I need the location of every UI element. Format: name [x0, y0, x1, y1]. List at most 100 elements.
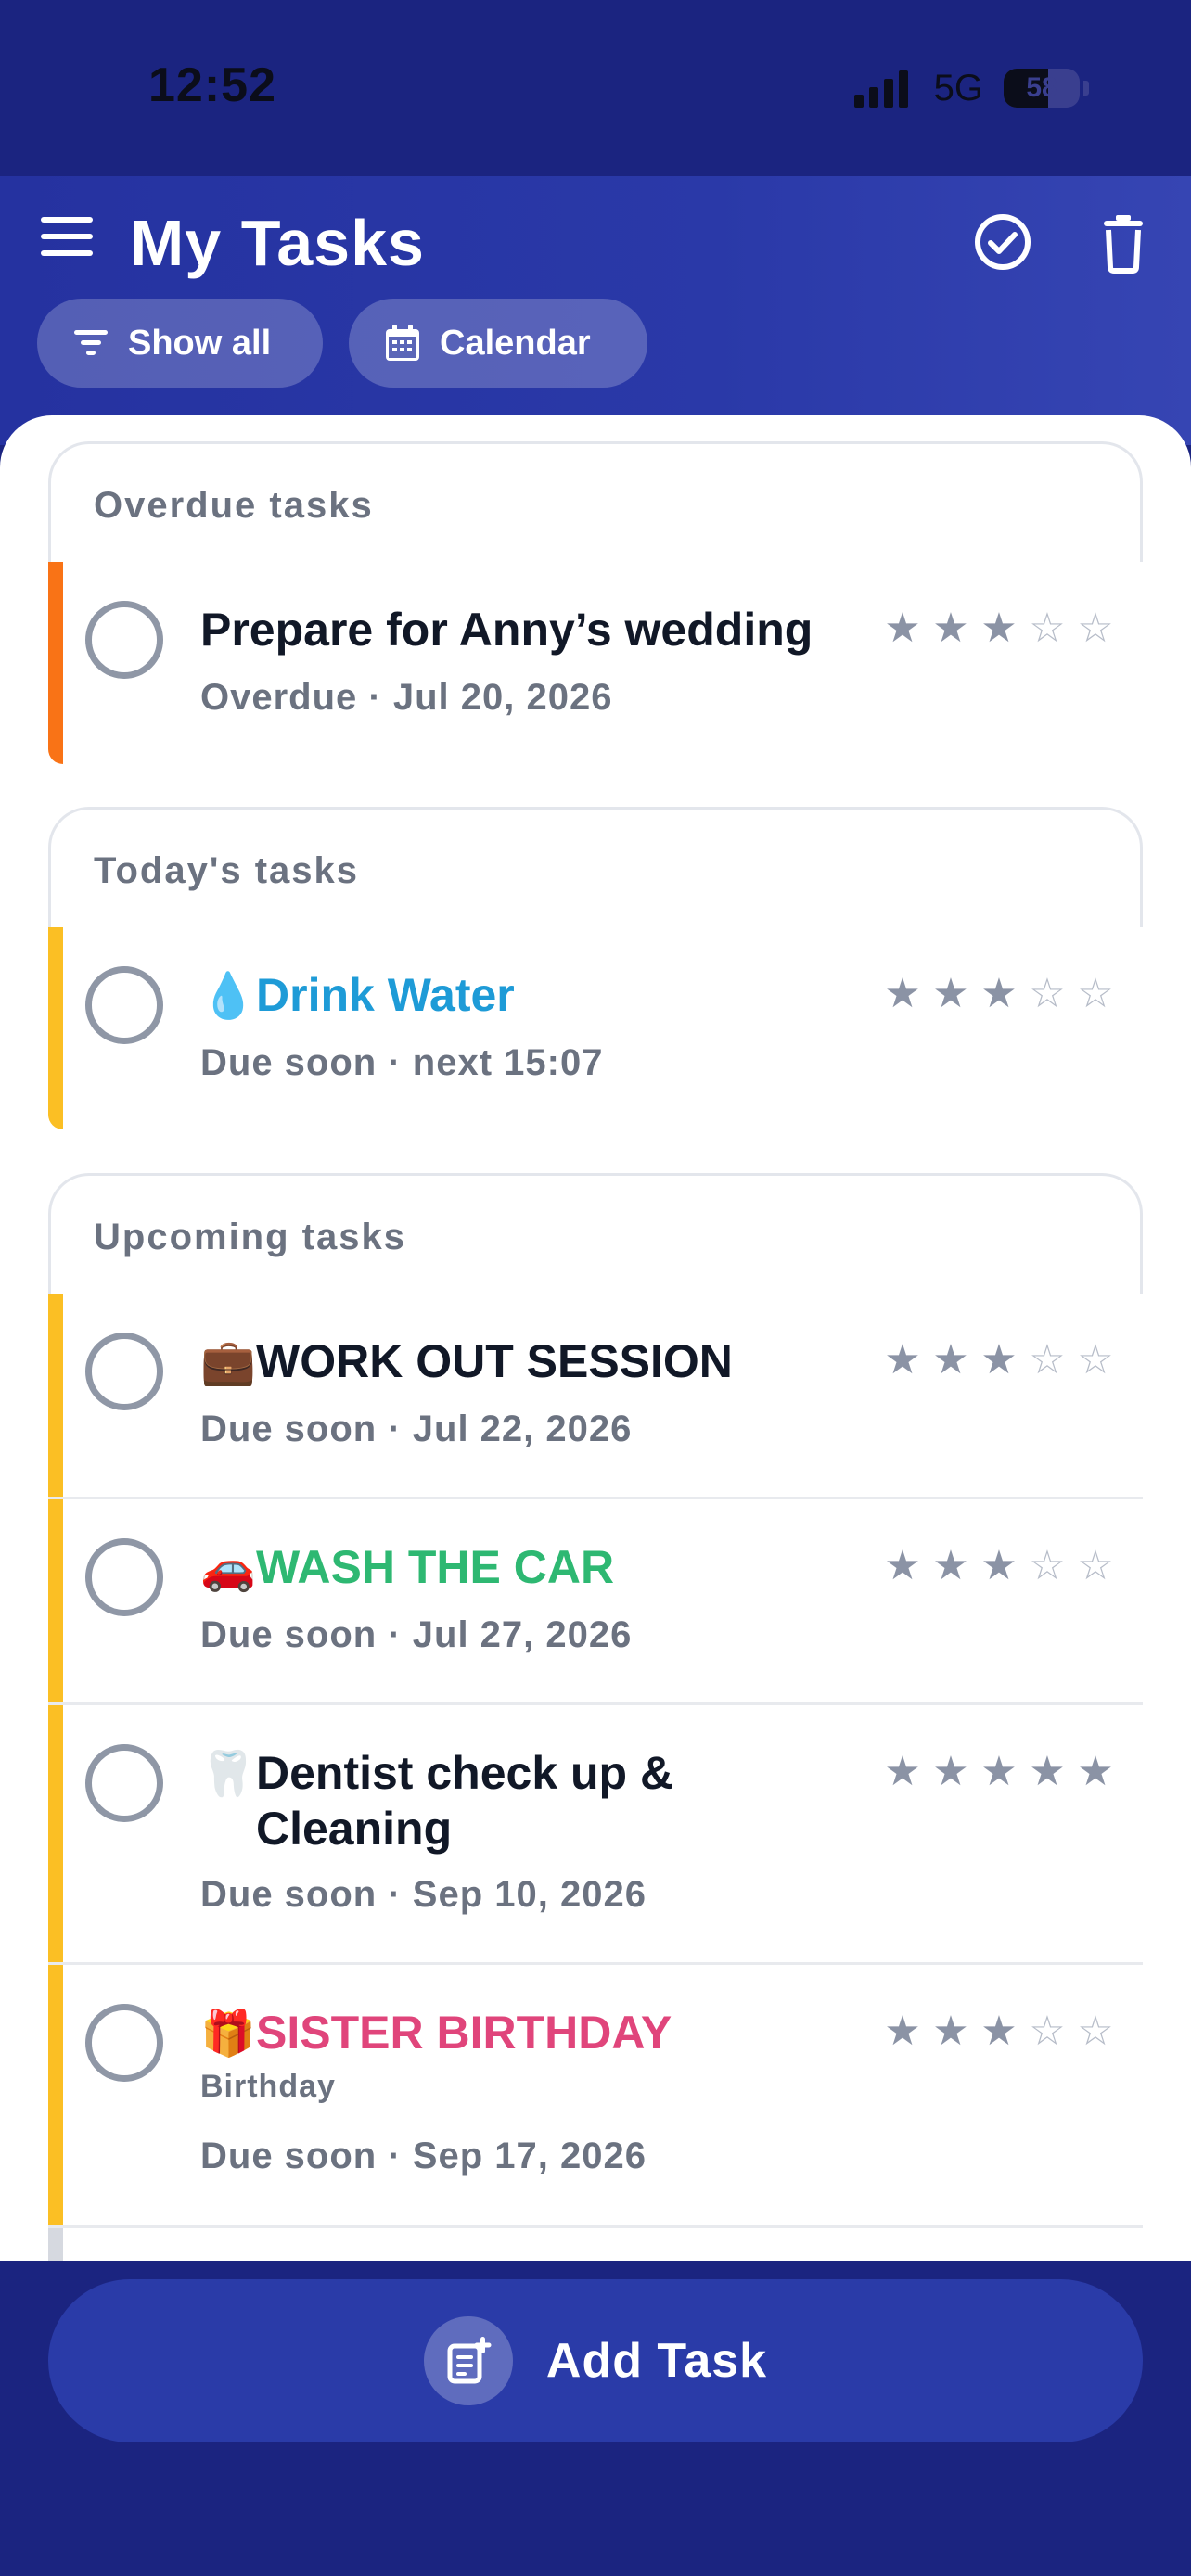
star-filled-icon[interactable]: ★ — [883, 1546, 922, 1587]
star-filled-icon[interactable]: ★ — [980, 1546, 1018, 1587]
star-filled-icon[interactable]: ★ — [883, 1340, 922, 1381]
add-note-icon — [423, 2316, 513, 2405]
task-title: 💧Drink Water — [200, 968, 515, 1024]
task-title-text: Prepare for Anny’s wedding — [200, 604, 813, 656]
complete-checkbox[interactable] — [85, 601, 163, 679]
task-title: 🚗WASH THE CAR — [200, 1540, 614, 1596]
star-filled-icon[interactable]: ★ — [931, 1752, 970, 1792]
rating-stars[interactable]: ★ ★ ★ ☆ ☆ — [883, 608, 1115, 649]
status-bar: 12:52 5G 58 — [0, 0, 1191, 176]
star-empty-icon[interactable]: ☆ — [1028, 2011, 1067, 2052]
show-all-chip[interactable]: Show all — [37, 299, 323, 388]
task-row[interactable]: 💼WORK OUT SESSION Due soon · Jul 22, 202… — [48, 1294, 1143, 1499]
section-heading: Upcoming tasks — [48, 1173, 1143, 1294]
task-due: Due soon · Jul 22, 2026 — [200, 1409, 633, 1449]
show-all-label: Show all — [128, 323, 272, 363]
task-row[interactable]: 💧Drink Water Due soon · next 15:07 ★ ★ ★ ☆ ☆ — [48, 927, 1143, 1129]
tooth-icon: 🦷 — [200, 1750, 256, 1799]
section-today: Today's tasks 💧Drink Water Due soon · ne… — [48, 807, 1143, 1129]
priority-bar — [48, 1705, 63, 1962]
status-time: 12:52 — [148, 58, 276, 112]
add-task-button[interactable]: Add Task — [48, 2279, 1143, 2442]
complete-checkbox[interactable] — [85, 2004, 163, 2082]
rating-stars[interactable]: ★ ★ ★ ★ ★ — [883, 1752, 1115, 1792]
priority-bar — [48, 927, 63, 1129]
priority-bar — [48, 1499, 63, 1702]
task-title: Prepare for Anny’s wedding — [200, 603, 813, 657]
star-empty-icon[interactable]: ☆ — [1076, 1546, 1115, 1587]
star-filled-icon[interactable]: ★ — [1028, 1752, 1067, 1792]
priority-bar — [48, 1965, 63, 2225]
rating-stars[interactable]: ★ ★ ★ ☆ ☆ — [883, 974, 1115, 1014]
gift-icon: 🎁 — [200, 2009, 256, 2059]
star-empty-icon[interactable]: ☆ — [1028, 1546, 1067, 1587]
task-title-text: SISTER BIRTHDAY — [256, 2007, 672, 2059]
task-due: Due soon · Sep 10, 2026 — [200, 1874, 647, 1915]
cellular-signal-icon — [853, 69, 908, 108]
check-circle-icon[interactable] — [970, 210, 1035, 274]
task-row[interactable]: 🚗WASH THE CAR Due soon · Jul 27, 2026 ★ ★… — [48, 1499, 1143, 1705]
priority-bar — [48, 562, 63, 764]
star-filled-icon[interactable]: ★ — [931, 1340, 970, 1381]
filter-icon — [74, 330, 108, 355]
complete-checkbox[interactable] — [85, 1744, 163, 1822]
complete-checkbox[interactable] — [85, 1538, 163, 1616]
star-filled-icon[interactable]: ★ — [883, 1752, 922, 1792]
star-empty-icon[interactable]: ☆ — [1076, 608, 1115, 649]
star-filled-icon[interactable]: ★ — [980, 1340, 1018, 1381]
section-overdue: Overdue tasks Prepare for Anny’s wedding… — [48, 441, 1143, 764]
task-due: Due soon · Sep 17, 2026 — [200, 2136, 647, 2176]
star-empty-icon[interactable]: ☆ — [1028, 974, 1067, 1014]
star-filled-icon[interactable]: ★ — [931, 2011, 970, 2052]
star-filled-icon[interactable]: ★ — [931, 608, 970, 649]
star-filled-icon[interactable]: ★ — [931, 974, 970, 1014]
star-empty-icon[interactable]: ☆ — [1076, 974, 1115, 1014]
battery-icon: 58 — [1004, 69, 1080, 108]
star-filled-icon[interactable]: ★ — [883, 608, 922, 649]
menu-icon[interactable] — [41, 215, 93, 258]
add-task-label: Add Task — [545, 2334, 768, 2388]
star-filled-icon[interactable]: ★ — [883, 2011, 922, 2052]
task-due: Due soon · Jul 27, 2026 — [200, 1614, 633, 1655]
calendar-label: Calendar — [440, 323, 591, 363]
water-drop-icon: 💧 — [200, 972, 256, 1021]
task-row[interactable]: 🎁SISTER BIRTHDAY Birthday Due soon · Sep… — [48, 1965, 1143, 2228]
section-heading: Overdue tasks — [48, 441, 1143, 562]
task-tag: Birthday — [200, 2069, 336, 2104]
star-empty-icon[interactable]: ☆ — [1028, 1340, 1067, 1381]
calendar-icon — [386, 325, 419, 361]
bottom-bar: Add Task — [0, 2261, 1191, 2576]
complete-checkbox[interactable] — [85, 966, 163, 1044]
battery-cap — [1083, 81, 1089, 96]
star-filled-icon[interactable]: ★ — [980, 1752, 1018, 1792]
task-title-text: WORK OUT SESSION — [256, 1335, 733, 1387]
car-icon: 🚗 — [200, 1544, 256, 1593]
star-empty-icon[interactable]: ☆ — [1076, 2011, 1115, 2052]
task-title-text: WASH THE CAR — [256, 1541, 615, 1593]
rating-stars[interactable]: ★ ★ ★ ☆ ☆ — [883, 2011, 1115, 2052]
task-due: Due soon · next 15:07 — [200, 1042, 604, 1083]
task-title: 🦷Dentist check up & Cleaning — [200, 1746, 673, 1855]
trash-icon[interactable] — [1091, 210, 1156, 274]
task-row[interactable]: Prepare for Anny’s wedding Overdue · Jul… — [48, 562, 1143, 764]
briefcase-icon: 💼 — [200, 1338, 256, 1387]
battery-percent: 58 — [1026, 72, 1057, 103]
rating-stars[interactable]: ★ ★ ★ ☆ ☆ — [883, 1546, 1115, 1587]
star-empty-icon[interactable]: ☆ — [1028, 608, 1067, 649]
star-empty-icon[interactable]: ☆ — [1076, 1340, 1115, 1381]
task-due: Overdue · Jul 20, 2026 — [200, 677, 613, 718]
complete-checkbox[interactable] — [85, 1333, 163, 1410]
task-title-line2: Cleaning — [256, 1803, 453, 1855]
task-row-partial[interactable] — [48, 2228, 1143, 2261]
star-filled-icon[interactable]: ★ — [980, 974, 1018, 1014]
star-filled-icon[interactable]: ★ — [980, 2011, 1018, 2052]
star-filled-icon[interactable]: ★ — [980, 608, 1018, 649]
section-upcoming: Upcoming tasks 💼WORK OUT SESSION Due soo… — [48, 1173, 1143, 2261]
star-filled-icon[interactable]: ★ — [1076, 1752, 1115, 1792]
app-header: My Tasks Show all Calendar — [0, 176, 1191, 445]
star-filled-icon[interactable]: ★ — [883, 974, 922, 1014]
star-filled-icon[interactable]: ★ — [931, 1546, 970, 1587]
task-row[interactable]: 🦷Dentist check up & Cleaning Due soon · … — [48, 1705, 1143, 1965]
calendar-chip[interactable]: Calendar — [349, 299, 647, 388]
rating-stars[interactable]: ★ ★ ★ ☆ ☆ — [883, 1340, 1115, 1381]
